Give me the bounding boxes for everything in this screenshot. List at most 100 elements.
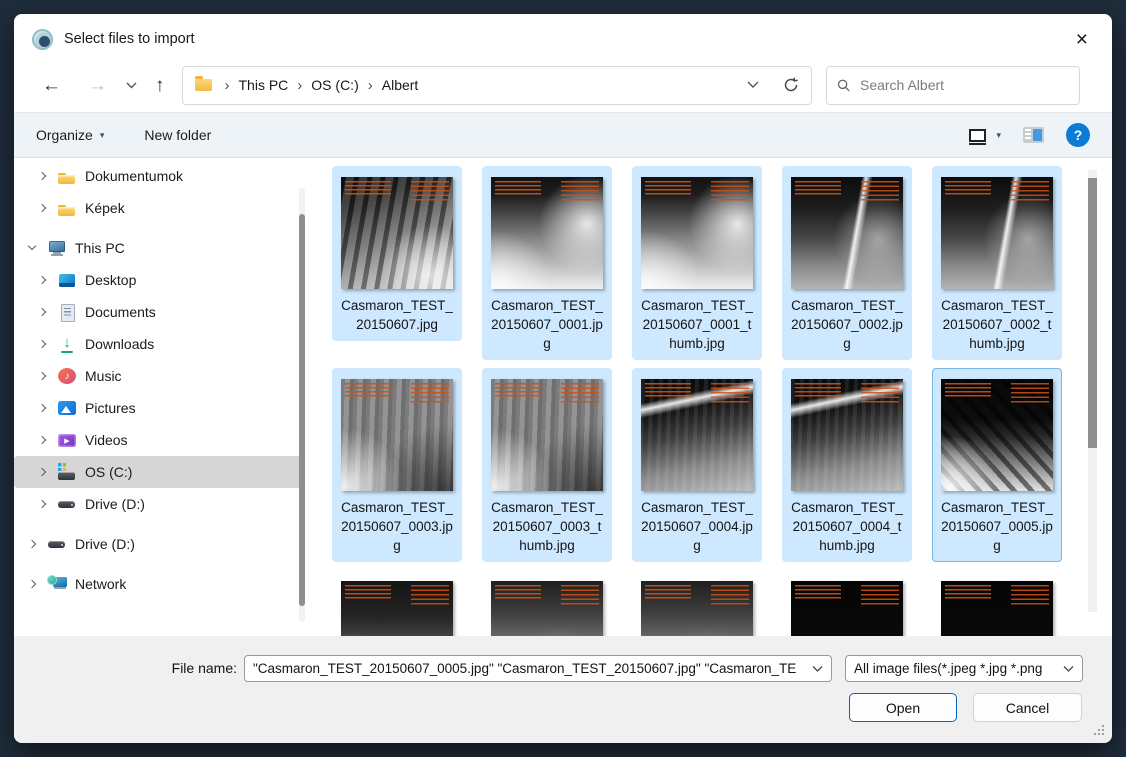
help-icon[interactable]: ? xyxy=(1066,123,1090,147)
sidebar-item-network[interactable]: Network xyxy=(14,568,301,600)
navigation-bar: ← → ↑ ›This PC›OS (C:)›Albert xyxy=(14,64,1112,112)
organize-label: Organize xyxy=(36,127,93,143)
desktop-icon xyxy=(57,271,77,289)
music-icon xyxy=(57,367,77,385)
search-box xyxy=(826,66,1080,105)
expand-chevron-icon[interactable] xyxy=(35,433,49,447)
file-name-value: "Casmaron_TEST_20150607_0005.jpg" "Casma… xyxy=(253,661,796,676)
expand-chevron-icon[interactable] xyxy=(35,369,49,383)
forward-icon: → xyxy=(88,76,107,95)
file-thumbnail xyxy=(791,177,903,289)
file-name-dropdown-icon[interactable] xyxy=(812,665,823,672)
file-thumbnail xyxy=(341,379,453,491)
expand-chevron-icon[interactable] xyxy=(35,401,49,415)
file-tile-casmaron-test-20150607-0003-thumb-jpg[interactable]: Casmaron_TEST_20150607_0003_thumb.jpg xyxy=(482,368,612,562)
sidebar-item-label: Downloads xyxy=(85,336,154,352)
file-tile-casmaron-test-20150607-0001-thumb-jpg[interactable]: Casmaron_TEST_20150607_0001_thumb.jpg xyxy=(632,166,762,360)
sidebar-item-videos[interactable]: Videos xyxy=(14,424,301,456)
sidebar-item-this-pc[interactable]: This PC xyxy=(14,232,301,264)
expand-chevron-icon[interactable] xyxy=(25,241,39,255)
sidebar-item-label: Network xyxy=(75,576,126,592)
breadcrumb-separator-icon: › xyxy=(368,77,373,94)
file-tile[interactable] xyxy=(482,570,612,636)
file-tile[interactable] xyxy=(782,570,912,636)
file-grid-scrollbar[interactable] xyxy=(1088,178,1097,448)
sidebar-item-drive-d[interactable]: Drive (D:) xyxy=(14,488,301,520)
sidebar-item-label: Music xyxy=(85,368,122,384)
file-tile-casmaron-test-20150607-0002-thumb-jpg[interactable]: Casmaron_TEST_20150607_0002_thumb.jpg xyxy=(932,166,1062,360)
file-tile-casmaron-test-20150607-0004-jpg[interactable]: Casmaron_TEST_20150607_0004.jpg xyxy=(632,368,762,562)
expand-chevron-icon[interactable] xyxy=(35,305,49,319)
sidebar-item-desktop[interactable]: Desktop xyxy=(14,264,301,296)
address-dropdown-icon[interactable] xyxy=(747,81,759,89)
sidebar-item-label: This PC xyxy=(75,240,125,256)
close-icon[interactable]: × xyxy=(1070,27,1094,52)
file-tile[interactable] xyxy=(332,570,462,636)
file-type-dropdown-icon[interactable] xyxy=(1063,665,1074,672)
address-bar[interactable]: ›This PC›OS (C:)›Albert xyxy=(182,66,812,105)
back-icon[interactable]: ← xyxy=(42,76,61,95)
sidebar-item-k-pek[interactable]: Képek xyxy=(14,192,301,224)
new-folder-button[interactable]: New folder xyxy=(144,127,211,143)
sidebar-item-label: Drive (D:) xyxy=(75,536,135,552)
file-tile-casmaron-test-20150607-0001-jpg[interactable]: Casmaron_TEST_20150607_0001.jpg xyxy=(482,166,612,360)
expand-chevron-icon[interactable] xyxy=(25,537,39,551)
file-thumbnail xyxy=(641,379,753,491)
sidebar-item-dokumentumok[interactable]: Dokumentumok xyxy=(14,160,301,192)
expand-chevron-icon[interactable] xyxy=(35,201,49,215)
breadcrumb-item-this-pc[interactable]: This PC xyxy=(239,77,289,93)
sidebar-scrollbar[interactable] xyxy=(299,214,305,606)
file-tile-casmaron-test-20150607-jpg[interactable]: Casmaron_TEST_20150607.jpg xyxy=(332,166,462,341)
file-tile-casmaron-test-20150607-0004-thumb-jpg[interactable]: Casmaron_TEST_20150607_0004_thumb.jpg xyxy=(782,368,912,562)
breadcrumb-item-albert[interactable]: Albert xyxy=(382,77,419,93)
expand-chevron-icon[interactable] xyxy=(35,337,49,351)
sidebar-item-documents[interactable]: Documents xyxy=(14,296,301,328)
file-name-text: Casmaron_TEST_20150607_0001.jpg xyxy=(490,296,604,353)
file-thumbnail xyxy=(941,379,1053,491)
file-tile-casmaron-test-20150607-0002-jpg[interactable]: Casmaron_TEST_20150607_0002.jpg xyxy=(782,166,912,360)
breadcrumb-separator-icon: › xyxy=(225,77,230,94)
this-pc-icon xyxy=(47,239,67,257)
refresh-icon[interactable] xyxy=(783,77,799,93)
file-thumbnail xyxy=(491,379,603,491)
sidebar-item-label: Videos xyxy=(85,432,128,448)
change-view-button[interactable]: ▾ xyxy=(969,129,1001,142)
preview-pane-icon[interactable] xyxy=(1023,127,1044,143)
expand-chevron-icon[interactable] xyxy=(35,465,49,479)
sidebar-item-label: Dokumentumok xyxy=(85,168,183,184)
cancel-button[interactable]: Cancel xyxy=(973,693,1082,722)
sidebar-item-downloads[interactable]: Downloads xyxy=(14,328,301,360)
file-type-select[interactable]: All image files(*.jpeg *.jpg *.png xyxy=(845,655,1083,682)
os-drive-icon xyxy=(57,463,77,481)
sidebar-item-label: OS (C:) xyxy=(85,464,132,480)
sidebar-item-os-c[interactable]: OS (C:) xyxy=(14,456,301,488)
file-tile[interactable] xyxy=(632,570,762,636)
sidebar-item-label: Documents xyxy=(85,304,156,320)
file-tile-casmaron-test-20150607-0003-jpg[interactable]: Casmaron_TEST_20150607_0003.jpg xyxy=(332,368,462,562)
expand-chevron-icon[interactable] xyxy=(25,577,39,591)
expand-chevron-icon[interactable] xyxy=(35,273,49,287)
sidebar-item-pictures[interactable]: Pictures xyxy=(14,392,301,424)
drive-icon xyxy=(47,535,67,553)
file-thumbnail xyxy=(341,581,453,636)
sidebar-item-music[interactable]: Music xyxy=(14,360,301,392)
expand-chevron-icon[interactable] xyxy=(35,169,49,183)
organize-caret-icon: ▾ xyxy=(100,130,105,141)
file-thumbnail xyxy=(941,581,1053,636)
search-input[interactable] xyxy=(860,77,1069,93)
organize-button[interactable]: Organize ▾ xyxy=(36,127,104,143)
file-thumbnail xyxy=(491,177,603,289)
open-button[interactable]: Open xyxy=(849,693,957,722)
sidebar-item-label: Pictures xyxy=(85,400,136,416)
recent-locations-chevron-icon[interactable] xyxy=(126,82,137,89)
videos-icon xyxy=(57,431,77,449)
file-tile[interactable] xyxy=(932,570,1062,636)
expand-chevron-icon[interactable] xyxy=(35,497,49,511)
up-icon[interactable]: ↑ xyxy=(155,76,165,95)
file-tile-casmaron-test-20150607-0005-jpg[interactable]: Casmaron_TEST_20150607_0005.jpg xyxy=(932,368,1062,562)
sidebar-item-drive-d[interactable]: Drive (D:) xyxy=(14,528,301,560)
file-name-input[interactable]: "Casmaron_TEST_20150607_0005.jpg" "Casma… xyxy=(244,655,832,682)
documents-icon xyxy=(57,303,77,321)
breadcrumb-item-os-c[interactable]: OS (C:) xyxy=(311,77,358,93)
resize-grip[interactable] xyxy=(1093,724,1105,736)
